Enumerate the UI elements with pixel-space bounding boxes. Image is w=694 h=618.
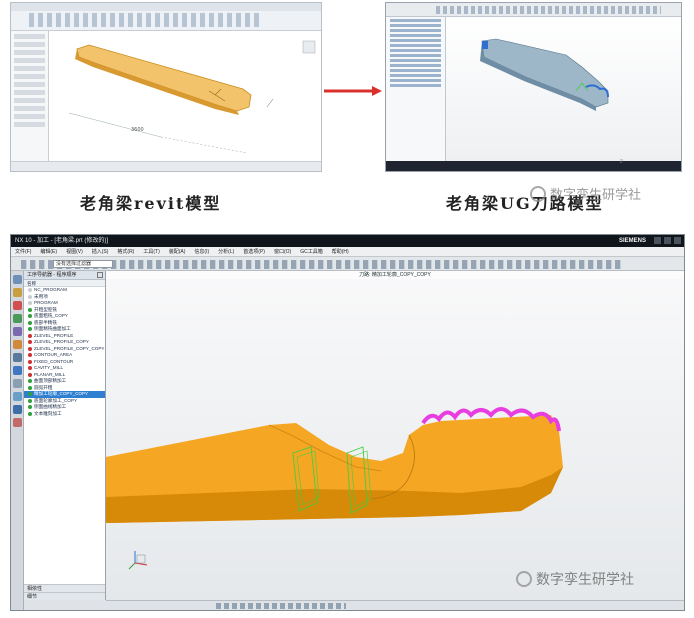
watermark-text: 数字孪生研学社 bbox=[550, 188, 642, 203]
wechat-icon bbox=[530, 185, 546, 202]
nx-window: NX 10 - 加工 - [老角梁.prt (修改的)] SIEMENS 文件(… bbox=[10, 234, 685, 611]
caption-revit-model: 老角梁revit模型 bbox=[80, 194, 222, 213]
ug-screenshot: Z bbox=[385, 2, 682, 172]
arrow-right-icon bbox=[324, 86, 382, 96]
svg-text:3600: 3600 bbox=[131, 127, 144, 133]
revit-screenshot: 3600 bbox=[10, 2, 322, 172]
ug-beam-model: Z bbox=[480, 38, 623, 164]
watermark-text: 数字孪生研学社 bbox=[536, 572, 634, 588]
watermark-bottom: 数字孪生研学社 bbox=[516, 569, 634, 589]
watermark-top: 数字孪生研学社 bbox=[530, 184, 641, 203]
revit-beam-model: 3600 bbox=[68, 40, 316, 154]
svg-text:Z: Z bbox=[620, 159, 623, 164]
beam-3d-model bbox=[106, 407, 563, 570]
wechat-icon bbox=[516, 571, 532, 587]
